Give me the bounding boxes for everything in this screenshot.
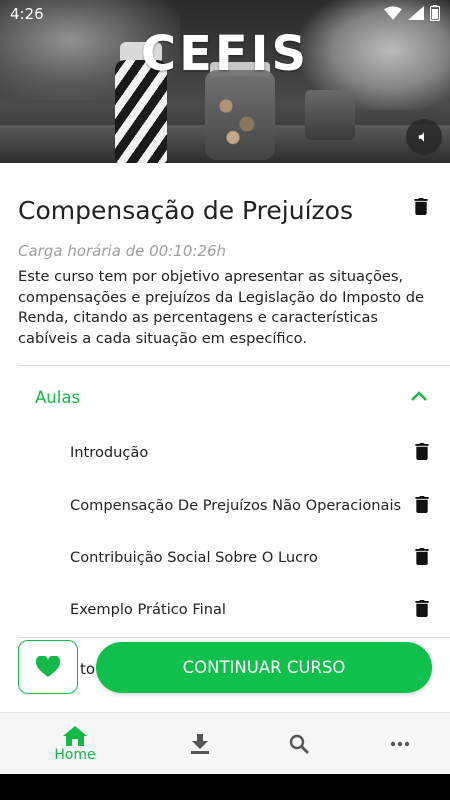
status-time: 4:26 (10, 5, 44, 23)
app-screen: CEFIS 4:26 Compensação de Prejuízos Carg… (0, 0, 450, 800)
course-description: Este curso tem por objetivo apresentar a… (18, 268, 424, 347)
trash-icon[interactable] (415, 548, 429, 565)
download-icon (191, 734, 209, 754)
bottom-navigation: Home (0, 712, 450, 774)
lesson-item[interactable]: Exemplo Prático Final (0, 584, 450, 636)
volume-mute-icon (418, 132, 424, 142)
system-navigation-bar (0, 774, 450, 800)
delete-course-button[interactable] (414, 198, 428, 220)
lessons-accordion-header[interactable]: Aulas (0, 366, 450, 430)
nav-more[interactable] (344, 713, 450, 775)
more-icon (390, 741, 410, 747)
course-title: Compensação de Prejuízos (18, 196, 353, 225)
battery-icon (430, 5, 440, 21)
trash-icon[interactable] (415, 443, 429, 460)
brand-title: CEFIS (140, 26, 310, 82)
trash-icon[interactable] (415, 496, 429, 513)
nav-home-label: Home (54, 746, 96, 763)
mute-button[interactable] (406, 119, 442, 155)
divider (18, 637, 450, 638)
lesson-item[interactable]: Contribuição Social Sobre O Lucro (0, 532, 450, 584)
nav-home[interactable]: Home (19, 713, 131, 775)
heart-icon (36, 656, 60, 677)
lesson-label: Introdução (70, 444, 149, 461)
lesson-label: Compensação De Prejuízos Não Operacionai… (70, 497, 402, 514)
nav-downloads[interactable] (144, 713, 256, 775)
home-icon (63, 725, 87, 746)
lessons-section-label: Aulas (35, 388, 81, 407)
course-detail: Compensação de Prejuízos Carga horária d… (0, 163, 450, 713)
wifi-icon (384, 6, 402, 20)
nav-search[interactable] (243, 713, 355, 775)
chevron-up-icon (411, 391, 427, 401)
trash-icon (414, 198, 428, 215)
signal-icon (408, 6, 424, 20)
search-icon (289, 734, 309, 754)
trash-icon[interactable] (415, 600, 429, 617)
lesson-item[interactable]: Introdução (0, 427, 450, 479)
favorite-button[interactable] (18, 640, 78, 694)
lesson-label: Exemplo Prático Final (70, 601, 226, 618)
obscured-text: to (80, 660, 96, 678)
lesson-item[interactable]: Compensação De Prejuízos Não Operacionai… (0, 480, 450, 532)
course-workload: Carga horária de 00:10:26h (18, 242, 227, 260)
hero-image-jar (205, 70, 275, 160)
continue-course-button[interactable]: CONTINUAR CURSO (96, 642, 432, 693)
lesson-label: Contribuição Social Sobre O Lucro (70, 549, 318, 566)
status-bar: 4:26 (0, 0, 450, 28)
